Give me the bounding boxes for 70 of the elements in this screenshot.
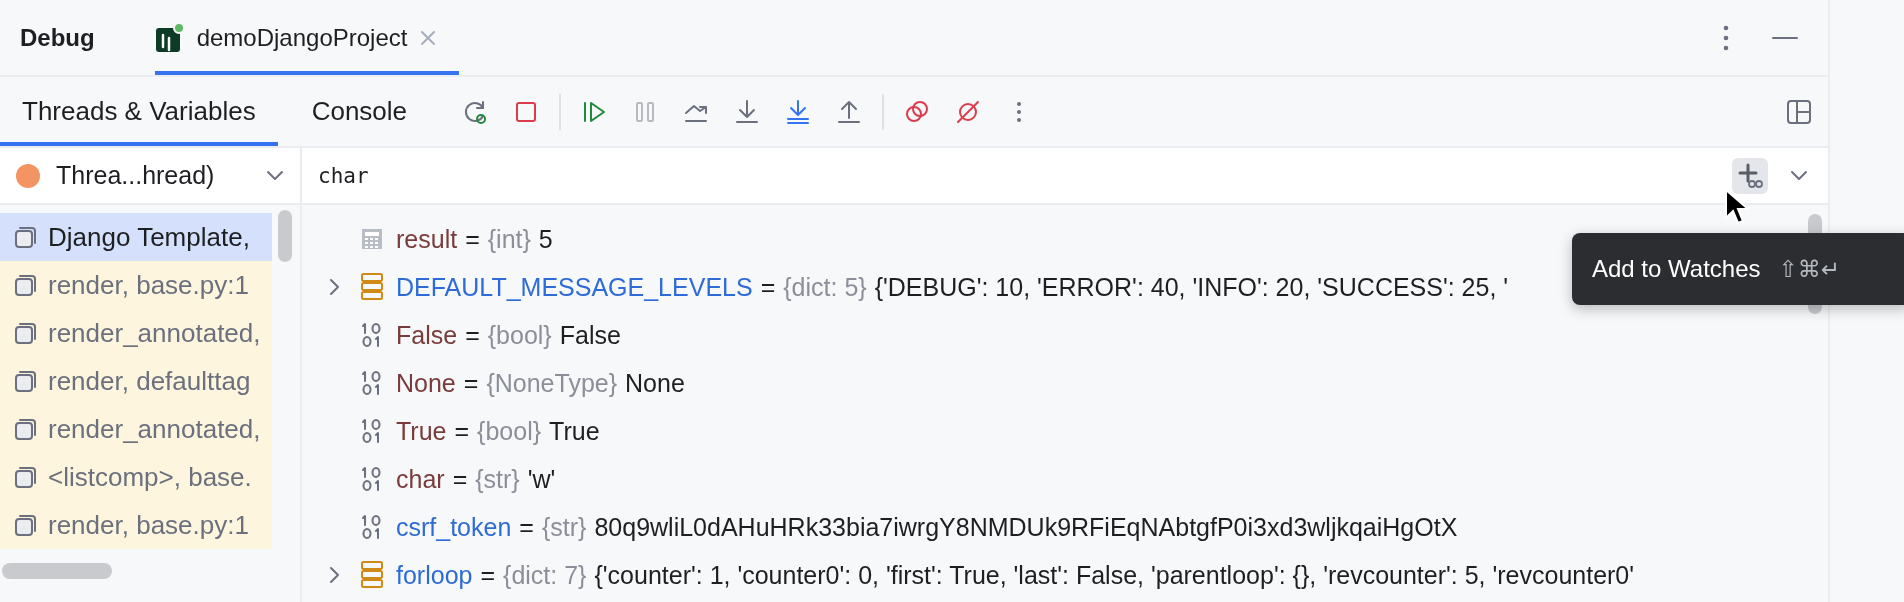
panel-title: Debug: [20, 23, 95, 52]
view-tab[interactable]: Console: [289, 77, 430, 146]
variable-name: DEFAULT_MESSAGE_LEVELS: [396, 272, 753, 302]
equals-sign: =: [463, 368, 479, 398]
tab-label: demoDjangoProject: [196, 23, 408, 52]
variable-type: {int}: [487, 224, 531, 254]
frame-label: render, base.py:1: [48, 509, 249, 541]
expand-chevron-icon[interactable]: [328, 565, 342, 585]
thread-name: Threa...hread): [56, 161, 216, 190]
variable-type: {dict: 5}: [783, 272, 867, 302]
stack-icon: [360, 272, 384, 302]
equals-sign: =: [480, 560, 496, 590]
variable-type: {NoneType}: [486, 368, 618, 398]
minimize-icon[interactable]: [1772, 35, 1798, 40]
stack-icon: [360, 560, 384, 590]
scrollbar[interactable]: [2, 563, 112, 579]
calculator-icon: [360, 227, 384, 251]
equals-sign: =: [452, 464, 468, 494]
equals-sign: =: [465, 224, 480, 254]
stack-frame[interactable]: Django Template,: [0, 213, 272, 261]
run-tab[interactable]: demoDjangoProject: [154, 0, 460, 75]
variable-name: result: [396, 224, 458, 254]
variable-name: csrf_token: [396, 512, 512, 542]
variable-value: 5: [538, 224, 553, 254]
frame-label: <listcomp>, base.: [48, 461, 252, 493]
more-icon[interactable]: [1722, 23, 1730, 52]
thread-status-icon: [16, 163, 40, 188]
variable-value: None: [625, 368, 685, 398]
variable-type: {str}: [475, 464, 520, 494]
variable-value: 'w': [527, 464, 556, 494]
frame-label: render_annotated,: [48, 317, 261, 349]
frame-icon: [14, 465, 38, 489]
variable-name: forloop: [396, 560, 473, 590]
equals-sign: =: [760, 272, 776, 302]
variable-value: {'DEBUG': 10, 'ERROR': 40, 'INFO': 20, 'SUCCESS': 25, ': [874, 272, 1509, 302]
frame-icon: [14, 513, 38, 537]
frame-icon: [14, 273, 38, 297]
equals-sign: =: [519, 512, 534, 542]
equals-sign: =: [465, 320, 480, 350]
variable-value: False: [559, 320, 621, 350]
variable-name: None: [396, 368, 456, 398]
frame-icon: [14, 225, 38, 249]
variable-type: {str}: [541, 512, 587, 542]
tooltip-text: Add to Watches: [1592, 255, 1761, 283]
scrollbar[interactable]: [278, 210, 292, 262]
variable-name: True: [396, 416, 447, 446]
frame-label: render, base.py:1: [48, 269, 249, 301]
variable-type: {bool}: [487, 320, 552, 350]
equals-sign: =: [454, 416, 470, 446]
variable-type: {bool}: [477, 416, 542, 446]
chevron-down-icon[interactable]: [1790, 169, 1808, 182]
variable-value: 80q9wliL0dAHuHRk33bia7iwrgY8NMDUk9RFiEqNAbtgfP0i3xd3wljkqaiHgOtX: [594, 512, 1458, 542]
shortcut-text: ⇧⌘↵: [1778, 256, 1841, 282]
chevron-down-icon: [266, 169, 284, 182]
frame-label: render_annotated,: [48, 413, 261, 445]
layout-icon[interactable]: [1786, 98, 1812, 125]
frame-label: render, defaulttag: [48, 365, 251, 397]
variable-type: {dict: 7}: [503, 560, 587, 590]
frame-icon: [14, 321, 38, 345]
variable-value: {'counter': 1, 'counter0': 0, 'first': True, 'last': False, 'parentloop': {}, 'revcounter': 5, 'revcounter0': [594, 560, 1635, 590]
frame-icon: [14, 417, 38, 441]
add-to-watches-button[interactable]: [1732, 157, 1768, 194]
thread-dropdown[interactable]: Threa...hread): [0, 148, 300, 205]
frame-icon: [14, 369, 38, 393]
variable-value: True: [549, 416, 600, 446]
add-watch-icon: [1736, 161, 1764, 190]
variable-name: False: [396, 320, 458, 350]
expand-chevron-icon[interactable]: [328, 277, 342, 297]
frame-label: Django Template,: [48, 221, 250, 253]
variable-name: char: [396, 464, 445, 494]
